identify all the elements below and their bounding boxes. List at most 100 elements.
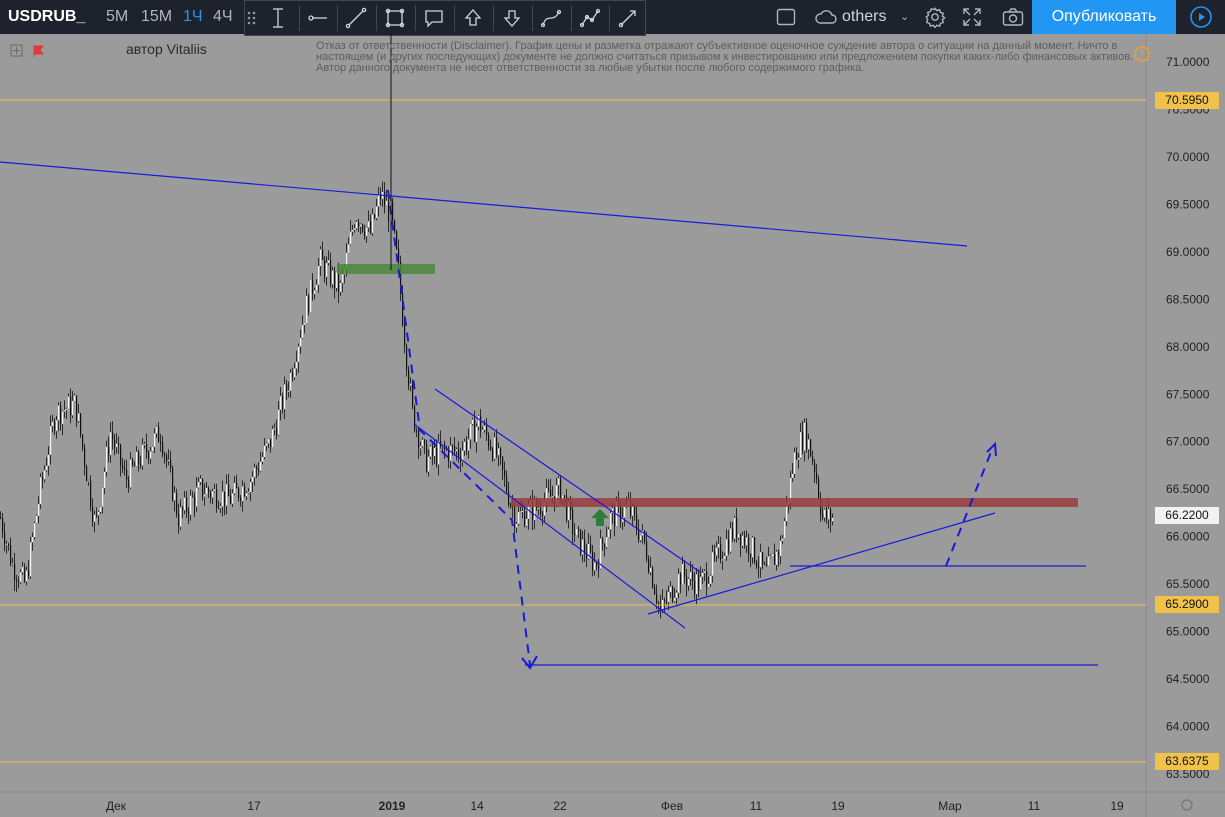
horizontal-ray-icon[interactable] [299, 1, 337, 35]
candle-body [64, 410, 66, 412]
candle-body [102, 488, 104, 507]
arrow-up-icon[interactable] [454, 1, 492, 35]
candle-body [304, 322, 306, 325]
others-layout-name[interactable]: others [842, 0, 886, 34]
interval-5m[interactable]: 5M [106, 0, 128, 34]
candle-body [254, 467, 256, 477]
callout-icon[interactable] [415, 1, 453, 35]
price-tick-label: 68.5000 [1166, 292, 1210, 306]
candle-body [236, 482, 238, 489]
flag-icon [33, 45, 44, 57]
candle-body [688, 578, 690, 586]
candle-body [48, 454, 50, 466]
path-icon[interactable] [571, 1, 609, 35]
candle-body [712, 552, 714, 576]
camera-icon[interactable] [1002, 7, 1024, 27]
candle-body [206, 488, 208, 495]
gear-icon[interactable] [924, 6, 946, 29]
candle-body [728, 539, 730, 552]
chevron-down-icon[interactable]: ⌄ [900, 0, 909, 34]
candle-body [502, 456, 504, 470]
candle-body [774, 553, 776, 565]
interval-15m[interactable]: 15M [141, 0, 172, 34]
candle-body [130, 459, 132, 488]
candle-body [298, 346, 300, 362]
candle-body [104, 471, 106, 489]
candle-body [170, 459, 172, 468]
candle-body [604, 543, 606, 548]
measure-icon[interactable] [609, 1, 647, 35]
candle-body [194, 496, 196, 507]
candle-body [26, 570, 28, 582]
candle-body [276, 428, 278, 435]
candle-body [222, 491, 224, 507]
candle-body [138, 451, 140, 465]
candle-body [158, 426, 160, 443]
candle-body [646, 541, 648, 560]
candle-body [188, 511, 190, 515]
fullscreen-icon[interactable] [962, 7, 982, 27]
candle-body [332, 270, 334, 285]
candle-body [726, 539, 728, 556]
candle-body [780, 540, 782, 557]
time-axis: Дек 17 2019 14 22 Фев 11 19 Мар 11 19 [106, 799, 1124, 813]
candle-body [408, 369, 410, 386]
candle-body [766, 564, 768, 566]
drag-handle-icon[interactable] [245, 1, 259, 35]
arrow-down-icon[interactable] [493, 1, 531, 35]
candle-body [294, 368, 296, 378]
candle-body [370, 221, 372, 233]
interval-1h[interactable]: 1Ч [183, 0, 203, 34]
candle-body [178, 514, 180, 527]
resistance-zone [511, 498, 1078, 507]
candle-body [464, 441, 466, 451]
candle-body [716, 547, 718, 556]
candle-body [644, 530, 646, 542]
candle-body [454, 446, 456, 452]
curve-icon[interactable] [532, 1, 570, 35]
candle-body [72, 400, 74, 416]
candle-body [198, 482, 200, 488]
publish-button[interactable]: Опубликовать [1032, 0, 1176, 34]
candle-body [776, 551, 778, 565]
candle-body [456, 449, 458, 452]
candle-body [654, 587, 656, 595]
candle-body [658, 603, 660, 605]
candle-body [590, 544, 592, 552]
candle-body [212, 491, 214, 498]
axis-settings-icon [1181, 799, 1193, 811]
candle-body [168, 459, 170, 461]
candle-body [524, 510, 526, 526]
candle-body [46, 465, 48, 471]
candle-body [80, 413, 82, 435]
rectangle-icon[interactable] [376, 1, 414, 35]
candle-body [156, 426, 158, 434]
interval-4h[interactable]: 4Ч [213, 0, 233, 34]
candle-body [208, 488, 210, 493]
candle-body [94, 514, 96, 522]
candle-body [272, 429, 274, 448]
candle-body [814, 462, 816, 473]
trend-line-icon[interactable] [337, 1, 375, 35]
symbol-selector[interactable]: USDRUB_ [8, 0, 85, 34]
candle-body [386, 200, 388, 206]
candle-body [352, 229, 354, 232]
price-tick-label: 69.5000 [1166, 197, 1210, 211]
candle-body [162, 442, 164, 455]
candle-body [164, 454, 166, 456]
candle-body [128, 479, 130, 488]
candle-body [670, 586, 672, 593]
candle-body [700, 576, 702, 590]
candle-body [124, 468, 126, 470]
candle-body [376, 206, 378, 219]
candle-body [160, 442, 162, 444]
layout-square-icon[interactable] [776, 8, 796, 26]
candle-body [338, 272, 340, 292]
replay-button[interactable] [1176, 0, 1225, 34]
candle-body [148, 452, 150, 459]
candle-body [356, 222, 358, 229]
candle-body [52, 421, 54, 427]
candle-body [108, 446, 110, 455]
text-cursor-icon[interactable] [259, 1, 297, 35]
price-chart[interactable]: 71.000070.500070.000069.500069.000068.50… [0, 34, 1225, 817]
